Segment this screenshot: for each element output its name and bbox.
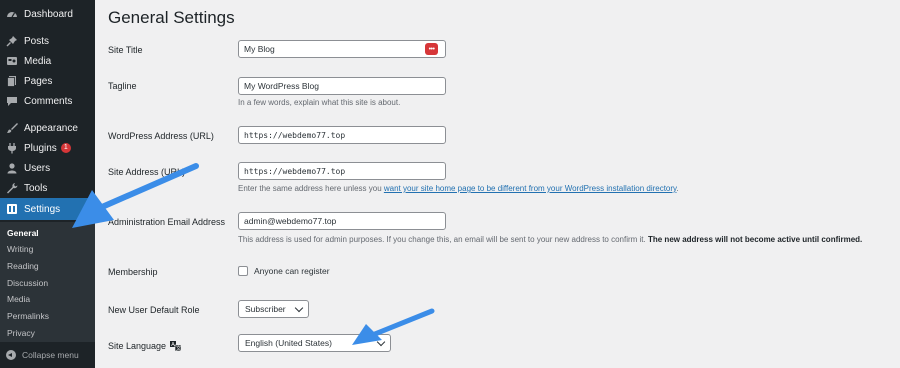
anyone-can-register-label: Anyone can register — [254, 266, 330, 276]
sidebar-item-appearance[interactable]: Appearance — [0, 118, 95, 138]
plugin-update-badge: 1 — [60, 143, 71, 153]
default-role-value: Subscriber — [245, 304, 286, 314]
site-address-value: https://webdemo77.top — [244, 166, 346, 176]
password-manager-icon[interactable]: ••• — [425, 43, 438, 55]
pages-icon — [5, 75, 18, 88]
site-title-label: Site Title — [108, 45, 143, 55]
site-address-description: Enter the same address here unless you w… — [238, 184, 679, 193]
submenu-item-media[interactable]: Media — [7, 294, 30, 304]
submenu-item-privacy[interactable]: Privacy — [7, 328, 35, 338]
chevron-down-icon — [294, 303, 304, 313]
svg-text:文: 文 — [176, 345, 181, 351]
default-role-select[interactable]: Subscriber — [238, 300, 309, 318]
wp-address-value: https://webdemo77.top — [244, 130, 346, 140]
plugin-icon — [5, 142, 18, 155]
brush-icon — [5, 122, 18, 135]
sidebar-item-media[interactable]: Media — [0, 51, 95, 71]
site-address-input[interactable]: https://webdemo77.top — [238, 162, 446, 180]
site-language-label-text: Site Language — [108, 341, 167, 351]
page-title: General Settings — [108, 8, 235, 27]
submenu-item-writing[interactable]: Writing — [7, 244, 33, 254]
user-icon — [5, 162, 18, 175]
site-title-value: My Blog — [244, 44, 275, 54]
sidebar-item-plugins[interactable]: Plugins 1 — [0, 138, 95, 158]
sidebar-item-label: Users — [24, 162, 51, 174]
sidebar-item-label: Plugins — [24, 142, 57, 154]
tagline-input[interactable]: My WordPress Blog — [238, 77, 446, 95]
sidebar-item-label: Comments — [24, 95, 73, 107]
tagline-label: Tagline — [108, 81, 137, 91]
sidebar-item-users[interactable]: Users — [0, 158, 95, 178]
admin-email-label: Administration Email Address — [108, 217, 226, 227]
site-language-value: English (United States) — [245, 338, 332, 348]
sidebar-item-label: Appearance — [24, 122, 78, 134]
sidebar-item-label: Media — [24, 55, 52, 67]
settings-icon — [5, 203, 18, 216]
settings-content: General Settings Site Title My Blog ••• … — [95, 0, 900, 368]
sidebar-item-label: Settings — [24, 203, 61, 215]
sidebar-item-label: Pages — [24, 75, 53, 87]
dashboard-icon — [5, 8, 18, 21]
collapse-arrow-icon — [6, 350, 16, 360]
site-language-label: Site Language A 文 — [108, 340, 182, 352]
sidebar-item-posts[interactable]: Posts — [0, 31, 95, 51]
default-role-label: New User Default Role — [108, 305, 200, 315]
settings-submenu: General Writing Reading Discussion Media… — [0, 222, 95, 342]
wp-address-input[interactable]: https://webdemo77.top — [238, 126, 446, 144]
chevron-down-icon — [376, 337, 386, 347]
comments-icon — [5, 95, 18, 108]
admin-email-value: admin@webdemo77.top — [244, 216, 337, 226]
site-address-desc-text: Enter the same address here unless you — [238, 184, 384, 193]
translation-icon: A文 — [170, 340, 182, 351]
anyone-can-register-checkbox[interactable] — [238, 266, 248, 276]
site-language-select[interactable]: English (United States) — [238, 334, 391, 352]
admin-email-desc-strong: The new address will not become active u… — [647, 235, 863, 244]
site-address-help-link[interactable]: want your site home page to be different… — [384, 184, 677, 193]
sidebar-item-label: Tools — [24, 182, 48, 194]
admin-email-input[interactable]: admin@webdemo77.top — [238, 212, 446, 230]
sidebar-item-tools[interactable]: Tools — [0, 178, 95, 198]
membership-checkbox-row[interactable]: Anyone can register — [238, 266, 330, 276]
wrench-icon — [5, 182, 18, 195]
sidebar-item-label: Dashboard — [24, 8, 73, 20]
admin-email-desc-text: This address is used for admin purposes.… — [238, 235, 648, 244]
svg-text:A: A — [171, 342, 175, 348]
tagline-value: My WordPress Blog — [244, 81, 319, 91]
sidebar-item-comments[interactable]: Comments — [0, 91, 95, 111]
membership-label: Membership — [108, 267, 158, 277]
submenu-item-permalinks[interactable]: Permalinks — [7, 311, 49, 321]
site-address-label: Site Address (URL) — [108, 167, 186, 177]
collapse-menu-button[interactable]: Collapse menu — [0, 346, 95, 364]
admin-email-description: This address is used for admin purposes.… — [238, 235, 862, 244]
sidebar-item-pages[interactable]: Pages — [0, 71, 95, 91]
site-title-input[interactable]: My Blog ••• — [238, 40, 446, 58]
sidebar-item-settings[interactable]: Settings — [0, 198, 95, 220]
pin-icon — [5, 35, 18, 48]
media-icon — [5, 55, 18, 68]
collapse-menu-label: Collapse menu — [22, 350, 79, 360]
submenu-item-general[interactable]: General — [7, 228, 39, 238]
sidebar-item-dashboard[interactable]: Dashboard — [0, 4, 95, 24]
wp-address-label: WordPress Address (URL) — [108, 131, 214, 141]
tagline-description: In a few words, explain what this site i… — [238, 98, 401, 107]
site-address-desc-end: . — [676, 184, 679, 193]
submenu-item-reading[interactable]: Reading — [7, 261, 39, 271]
admin-sidebar: Dashboard Posts Media Pages Comments App… — [0, 0, 95, 368]
sidebar-item-label: Posts — [24, 35, 50, 47]
submenu-item-discussion[interactable]: Discussion — [7, 278, 48, 288]
